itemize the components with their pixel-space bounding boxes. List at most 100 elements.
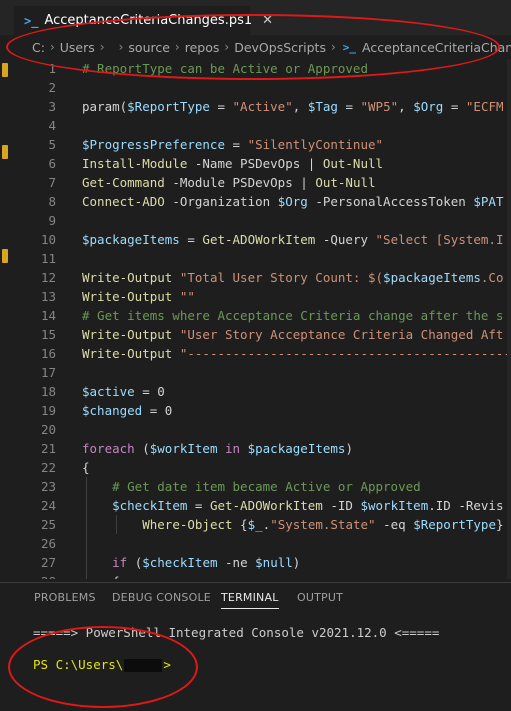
line-number: 27 xyxy=(40,555,56,570)
tab-terminal[interactable]: TERMINAL xyxy=(221,591,279,609)
code-line[interactable]: 10 $packageItems = Get-ADOWorkItem -Query… xyxy=(14,230,511,249)
line-number: 13 xyxy=(40,289,56,304)
code-line[interactable]: 19 $changed = 0 xyxy=(14,401,511,420)
code-token: $workItem xyxy=(149,441,218,456)
code-token: $packageItems xyxy=(383,270,481,285)
code-line[interactable]: 6 Install-Module -Name PSDevOps | Out-Nul… xyxy=(14,154,511,173)
code-token: $checkItem xyxy=(142,555,218,570)
tab-debug-console[interactable]: DEBUG CONSOLE xyxy=(112,591,211,604)
code-line[interactable]: 8 Connect-ADO -Organization $Org -Persona… xyxy=(14,192,511,211)
code-token: "System.State" xyxy=(270,517,376,532)
code-line[interactable]: 23 # Get date item became Active or Appr… xyxy=(14,477,511,496)
tab-problems[interactable]: PROBLEMS xyxy=(34,591,96,604)
code-line[interactable]: 2 xyxy=(14,78,511,97)
line-number: 1 xyxy=(48,61,56,76)
code-text: Write-Output "--------------------------… xyxy=(82,344,511,363)
code-line[interactable]: 22 { xyxy=(14,458,511,477)
code-line[interactable]: 9 xyxy=(14,211,511,230)
code-text: $checkItem = Get-ADOWorkItem -ID $workIt… xyxy=(82,496,503,515)
code-text: if ($checkItem -ne $null) xyxy=(82,553,300,572)
code-token: = xyxy=(225,137,248,152)
code-line[interactable]: 17 xyxy=(14,363,511,382)
breadcrumb-item-drive[interactable]: C: xyxy=(30,40,47,55)
code-token: Out-Null xyxy=(322,156,384,171)
line-number: 10 xyxy=(40,232,56,247)
breadcrumb-item-repos[interactable]: repos xyxy=(183,40,222,55)
terminal[interactable]: =====> PowerShell Integrated Console v20… xyxy=(0,612,511,711)
code-token: ) xyxy=(292,555,301,570)
code-line[interactable]: 18 $active = 0 xyxy=(14,382,511,401)
code-line[interactable]: 4 xyxy=(14,116,511,135)
chevron-right-icon: › xyxy=(49,40,55,54)
code-token: = xyxy=(443,99,466,114)
close-icon[interactable]: ✕ xyxy=(262,13,273,28)
code-text: Write-Output "" xyxy=(82,287,195,306)
line-number: 5 xyxy=(48,137,56,152)
code-line[interactable]: 27 if ($checkItem -ne $null) xyxy=(14,553,511,572)
line-number: 23 xyxy=(40,479,56,494)
scrollbar[interactable] xyxy=(507,59,511,579)
code-line[interactable]: 16 Write-Output "------------------------… xyxy=(14,344,511,363)
code-token: $packageItems xyxy=(247,441,346,456)
code-token: "" xyxy=(179,289,195,304)
line-number: 14 xyxy=(40,308,56,323)
code-line[interactable]: 24 $checkItem = Get-ADOWorkItem -ID $wor… xyxy=(14,496,511,515)
code-text: # Get date item became Active or Approve… xyxy=(82,477,421,496)
code-token: "ECFM xyxy=(465,99,504,114)
code-token: -Name PSDevOps | xyxy=(187,156,323,171)
code-token: "WP5" xyxy=(360,99,399,114)
code-line[interactable]: 7 Get-Command -Module PSDevOps | Out-Null xyxy=(14,173,511,192)
editor-tab-acceptance-criteria[interactable]: >_ AcceptanceCriteriaChanges.ps1 ✕ xyxy=(14,6,273,35)
chevron-right-icon: › xyxy=(330,40,336,54)
line-number: 12 xyxy=(40,270,56,285)
code-line[interactable]: 12 Write-Output "Total User Story Count: … xyxy=(14,268,511,287)
chevron-right-icon: › xyxy=(99,40,105,54)
code-line[interactable]: 3 param($ReportType = "Active", $Tag = "W… xyxy=(14,97,511,116)
chevron-right-icon: › xyxy=(118,40,124,54)
activity-strip xyxy=(0,59,14,579)
breadcrumb-item-source[interactable]: source xyxy=(126,40,172,55)
code-token: "---------------------------------------… xyxy=(179,346,511,361)
code-line[interactable]: 5 $ProgressPreference = "SilentlyContinue… xyxy=(14,135,511,154)
code-line[interactable]: 26 xyxy=(14,534,511,553)
code-token: , xyxy=(398,99,414,114)
tab-output[interactable]: OUTPUT xyxy=(297,591,343,604)
code-line[interactable]: 28 { xyxy=(14,572,511,579)
code-line[interactable]: 20 xyxy=(14,420,511,439)
code-text: { xyxy=(82,458,90,477)
breadcrumb-item-users[interactable]: Users xyxy=(58,40,97,55)
code-line[interactable]: 13 Write-Output "" xyxy=(14,287,511,306)
line-number: 17 xyxy=(40,365,56,380)
line-number: 25 xyxy=(40,517,56,532)
code-token: $workItem xyxy=(360,498,429,513)
code-token: $Org xyxy=(277,194,308,209)
code-token: $changed xyxy=(82,403,143,418)
code-line[interactable]: 21 foreach ($workItem in $packageItems) xyxy=(14,439,511,458)
chevron-right-icon: › xyxy=(174,40,180,54)
code-line[interactable]: 15 Write-Output "User Story Acceptance Cr… xyxy=(14,325,511,344)
code-token: in xyxy=(225,441,241,456)
code-token: param( xyxy=(82,99,128,114)
code-token: , xyxy=(292,99,308,114)
code-text: Write-Output "Total User Story Count: $(… xyxy=(82,268,503,287)
code-token: -ID xyxy=(322,498,361,513)
code-line[interactable]: 11 xyxy=(14,249,511,268)
code-text: $changed = 0 xyxy=(82,401,172,420)
code-token: -Query xyxy=(315,232,376,247)
code-token: $checkItem xyxy=(112,498,188,513)
code-token: } xyxy=(495,517,504,532)
code-token: -eq xyxy=(375,517,414,532)
breadcrumb-item-devopsscripts[interactable]: DevOpsScripts xyxy=(232,40,328,55)
code-editor[interactable]: 1 # ReportType can be Active or Approved 2… xyxy=(14,59,511,579)
code-line[interactable]: 14 # Get items where Acceptance Criteria … xyxy=(14,306,511,325)
code-token: { xyxy=(82,460,90,475)
breadcrumb-item-file[interactable]: AcceptanceCriteriaChang xyxy=(360,40,511,55)
code-line[interactable]: 1 # ReportType can be Active or Approved xyxy=(14,59,511,78)
code-line[interactable]: 25 Where-Object {$_."System.State" -eq $… xyxy=(14,515,511,534)
code-token: = xyxy=(337,99,361,114)
terminal-prompt[interactable]: PS C:\Users\ > xyxy=(33,657,171,672)
code-text: Write-Output "User Story Acceptance Crit… xyxy=(82,325,503,344)
line-number: 8 xyxy=(48,194,56,209)
